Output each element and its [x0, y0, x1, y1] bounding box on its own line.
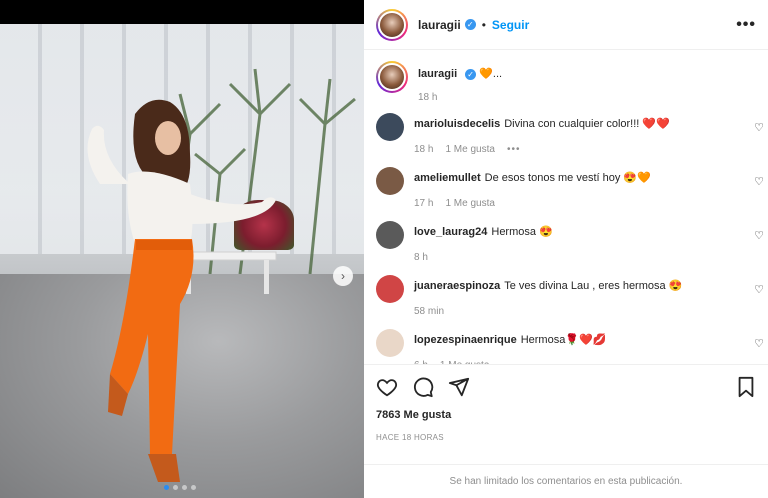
- commenter-username[interactable]: ameliemullet: [414, 172, 481, 184]
- comment-time[interactable]: 58 min: [414, 304, 444, 319]
- commenter-avatar[interactable]: [376, 221, 404, 249]
- likes-count[interactable]: 7863 Me gusta: [376, 409, 756, 421]
- commenter-username[interactable]: marioluisdecelis: [414, 118, 500, 130]
- comment-likes[interactable]: 1 Me gusta: [445, 142, 494, 157]
- comment-like-heart-icon[interactable]: ♡: [754, 121, 764, 134]
- comment-row: love_laurag24 Hermosa 😍 8 h ♡: [364, 221, 768, 275]
- commenter-avatar[interactable]: [376, 275, 404, 303]
- comment-like-heart-icon[interactable]: ♡: [754, 229, 764, 242]
- comment-like-heart-icon[interactable]: ♡: [754, 337, 764, 350]
- separator-dot: •: [481, 17, 486, 32]
- commenter-avatar[interactable]: [376, 329, 404, 357]
- action-bar: 7863 Me gusta HACE 18 HORAS: [364, 364, 768, 442]
- heart-outline-icon[interactable]: [376, 376, 398, 398]
- author-username[interactable]: lauragii: [418, 18, 461, 32]
- comment-like-heart-icon[interactable]: ♡: [754, 175, 764, 188]
- post-photo[interactable]: ›: [0, 24, 364, 498]
- carousel-dots: [164, 485, 196, 490]
- comments-limited-notice: Se han limitado los comentarios en esta …: [364, 464, 768, 498]
- comment-likes[interactable]: 1 Me gusta: [445, 196, 494, 211]
- post-panel: lauragii ✓ • Seguir ••• lauragii ✓ 🧡... 1…: [364, 0, 768, 498]
- comment-text: Hermosa 😍: [491, 226, 553, 238]
- verified-badge-icon: ✓: [464, 19, 476, 30]
- carousel-dot: [182, 485, 187, 490]
- comment-like-heart-icon[interactable]: ♡: [754, 283, 764, 296]
- commenter-avatar[interactable]: [376, 113, 404, 141]
- follow-button[interactable]: Seguir: [492, 18, 529, 32]
- comment-time[interactable]: 17 h: [414, 196, 433, 211]
- author-avatar[interactable]: [376, 8, 408, 41]
- comment-text: De esos tonos me vestí hoy 😍🧡: [484, 172, 651, 184]
- comment-row: ameliemullet De esos tonos me vestí hoy 😍…: [364, 167, 768, 221]
- next-photo-button[interactable]: ›: [333, 266, 353, 286]
- caption: lauragii ✓ 🧡... 18 h: [364, 51, 768, 113]
- post-header: lauragii ✓ • Seguir •••: [364, 0, 768, 50]
- comment-text: Te ves divina Lau , eres hermosa 😍: [504, 280, 683, 292]
- comment-row: lopezespinaenriqueHermosa🌹❤️💋6 h1 Me gus…: [364, 329, 768, 364]
- woman-figure: [87, 99, 276, 482]
- carousel-dot: [191, 485, 196, 490]
- commenter-username[interactable]: love_laurag24: [414, 226, 487, 238]
- comment-time[interactable]: 8 h: [414, 250, 428, 265]
- commenter-username[interactable]: juaneraespinoza: [414, 280, 500, 292]
- post-time[interactable]: HACE 18 HORAS: [376, 433, 756, 442]
- caption-time[interactable]: 18 h: [418, 90, 437, 105]
- caption-text: 🧡...: [479, 68, 503, 80]
- carousel-dot: [164, 485, 169, 490]
- commenter-username[interactable]: lopezespinaenrique: [414, 334, 517, 346]
- comment-text: Hermosa🌹❤️💋: [520, 334, 607, 346]
- caption-avatar[interactable]: [376, 61, 408, 93]
- send-icon[interactable]: [448, 376, 470, 398]
- comment-text: Divina con cualquier color!!! ❤️❤️: [504, 118, 670, 130]
- comment-icon[interactable]: [412, 376, 434, 398]
- commenter-avatar[interactable]: [376, 167, 404, 195]
- comment-row: marioluisdecelis Divina con cualquier col…: [364, 113, 768, 167]
- verified-badge-icon: ✓: [465, 68, 477, 80]
- comment-row: juaneraespinoza Te ves divina Lau , eres …: [364, 275, 768, 329]
- caption-username[interactable]: lauragii: [418, 68, 457, 80]
- comments-list[interactable]: lauragii ✓ 🧡... 18 h marioluisdecelis Divi…: [364, 51, 768, 364]
- comment-time[interactable]: 18 h: [414, 142, 433, 157]
- comment-more-icon[interactable]: •••: [507, 142, 521, 157]
- carousel-dot: [173, 485, 178, 490]
- more-options-icon[interactable]: •••: [736, 16, 756, 34]
- bookmark-icon[interactable]: [736, 376, 756, 398]
